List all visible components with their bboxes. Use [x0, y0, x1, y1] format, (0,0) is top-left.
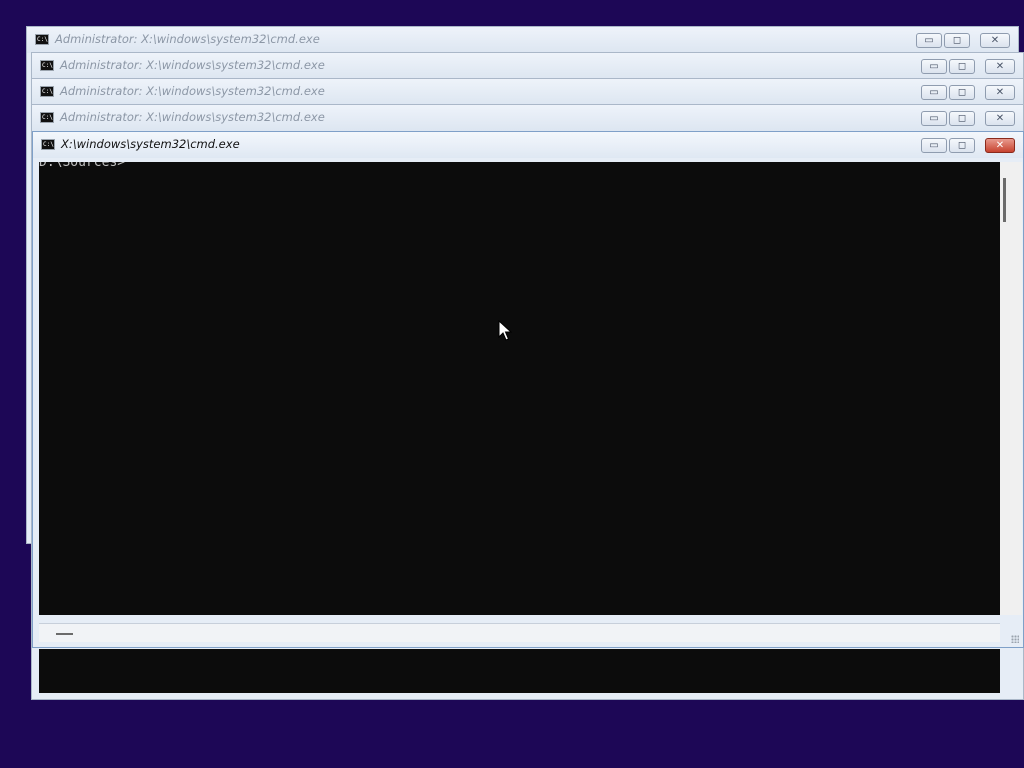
- console-area[interactable]: [39, 649, 1000, 693]
- console-area[interactable]: D:\Sources>: [39, 162, 1000, 615]
- minimize-button[interactable]: ▭: [921, 59, 947, 74]
- window-title: X:\windows\system32\cmd.exe: [61, 137, 240, 151]
- minimize-button[interactable]: ▭: [916, 33, 942, 48]
- title-bar[interactable]: C:\. Administrator: X:\windows\system32\…: [27, 27, 1018, 53]
- window-title: Administrator: X:\windows\system32\cmd.e…: [60, 110, 325, 124]
- horizontal-scrollbar[interactable]: [39, 623, 1000, 642]
- close-button[interactable]: ✕: [980, 33, 1010, 48]
- maximize-button[interactable]: ◻: [949, 59, 975, 74]
- maximize-button[interactable]: ◻: [949, 138, 975, 153]
- title-bar[interactable]: C:\. Administrator: X:\windows\system32\…: [32, 105, 1023, 131]
- scrollbar-thumb[interactable]: [1003, 178, 1006, 222]
- minimize-button[interactable]: ▭: [921, 138, 947, 153]
- close-button[interactable]: ✕: [985, 111, 1015, 126]
- cmd-icon: C:\.: [40, 60, 54, 71]
- vertical-scrollbar[interactable]: [1000, 162, 1022, 615]
- cmd-icon: C:\.: [40, 112, 54, 123]
- cmd-icon: C:\.: [35, 34, 49, 45]
- close-button[interactable]: ✕: [985, 85, 1015, 100]
- mouse-pointer-icon: [498, 320, 512, 341]
- title-bar[interactable]: C:\. X:\windows\system32\cmd.exe ▭ ◻ ✕: [33, 132, 1023, 158]
- minimize-button[interactable]: ▭: [921, 111, 947, 126]
- maximize-button[interactable]: ◻: [949, 111, 975, 126]
- console-prompt: D:\Sources>: [39, 162, 126, 170]
- scrollbar-thumb[interactable]: [56, 633, 73, 635]
- window-title: Administrator: X:\windows\system32\cmd.e…: [60, 58, 325, 72]
- cmd-icon: C:\.: [41, 139, 55, 150]
- resize-grip-icon[interactable]: [1011, 635, 1019, 643]
- cmd-window-active[interactable]: C:\. X:\windows\system32\cmd.exe ▭ ◻ ✕ D…: [32, 131, 1024, 648]
- window-title: Administrator: X:\windows\system32\cmd.e…: [60, 84, 325, 98]
- cmd-icon: C:\.: [40, 86, 54, 97]
- minimize-button[interactable]: ▭: [921, 85, 947, 100]
- close-button[interactable]: ✕: [985, 59, 1015, 74]
- close-button[interactable]: ✕: [985, 138, 1015, 153]
- window-title: Administrator: X:\windows\system32\cmd.e…: [55, 32, 320, 46]
- title-bar[interactable]: C:\. Administrator: X:\windows\system32\…: [32, 79, 1023, 105]
- maximize-button[interactable]: ◻: [949, 85, 975, 100]
- maximize-button[interactable]: ◻: [944, 33, 970, 48]
- title-bar[interactable]: C:\. Administrator: X:\windows\system32\…: [32, 53, 1023, 79]
